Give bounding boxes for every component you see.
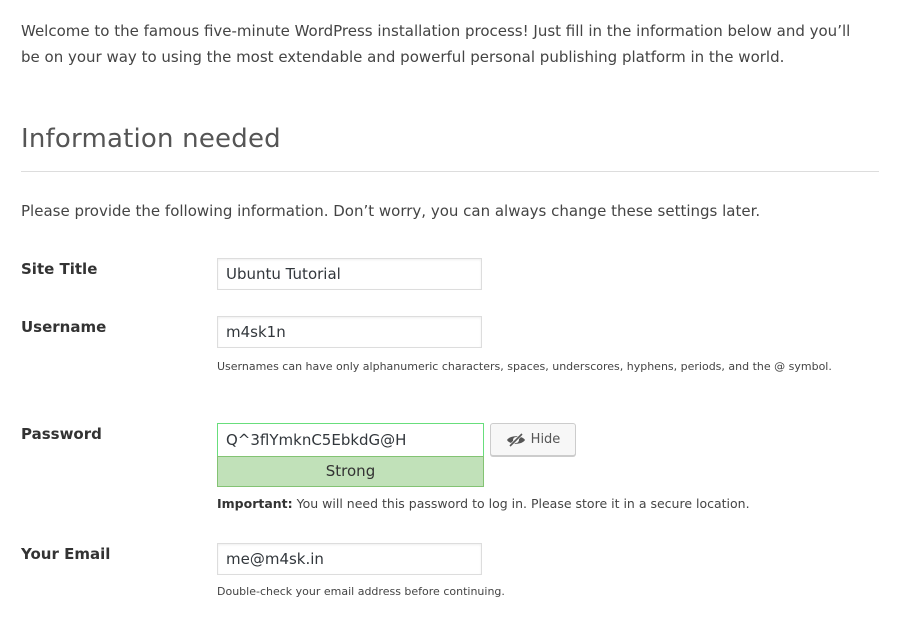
important-label: Important: — [217, 496, 293, 511]
important-text: You will need this password to log in. P… — [292, 496, 750, 511]
hidden-eye-icon — [506, 432, 526, 447]
username-description: Usernames can have only alphanumeric cha… — [217, 360, 832, 373]
username-input[interactable] — [217, 316, 482, 348]
site-title-label: Site Title — [21, 260, 98, 278]
section-divider — [21, 171, 879, 172]
hide-button-label: Hide — [530, 432, 561, 447]
site-title-input[interactable] — [217, 258, 482, 290]
intro-text: Welcome to the famous five-minute WordPr… — [21, 22, 851, 66]
username-label: Username — [21, 318, 107, 336]
password-label: Password — [21, 425, 102, 443]
section-note: Please provide the following information… — [21, 202, 761, 220]
email-input[interactable] — [217, 543, 482, 575]
hide-password-button[interactable]: Hide — [490, 423, 576, 456]
password-important-note: Important: You will need this password t… — [217, 495, 857, 513]
password-strength-meter: Strong — [217, 456, 484, 487]
section-title: Information needed — [21, 124, 281, 154]
password-input[interactable] — [217, 423, 484, 456]
email-description: Double-check your email address before c… — [217, 585, 505, 598]
email-label: Your Email — [21, 545, 111, 563]
